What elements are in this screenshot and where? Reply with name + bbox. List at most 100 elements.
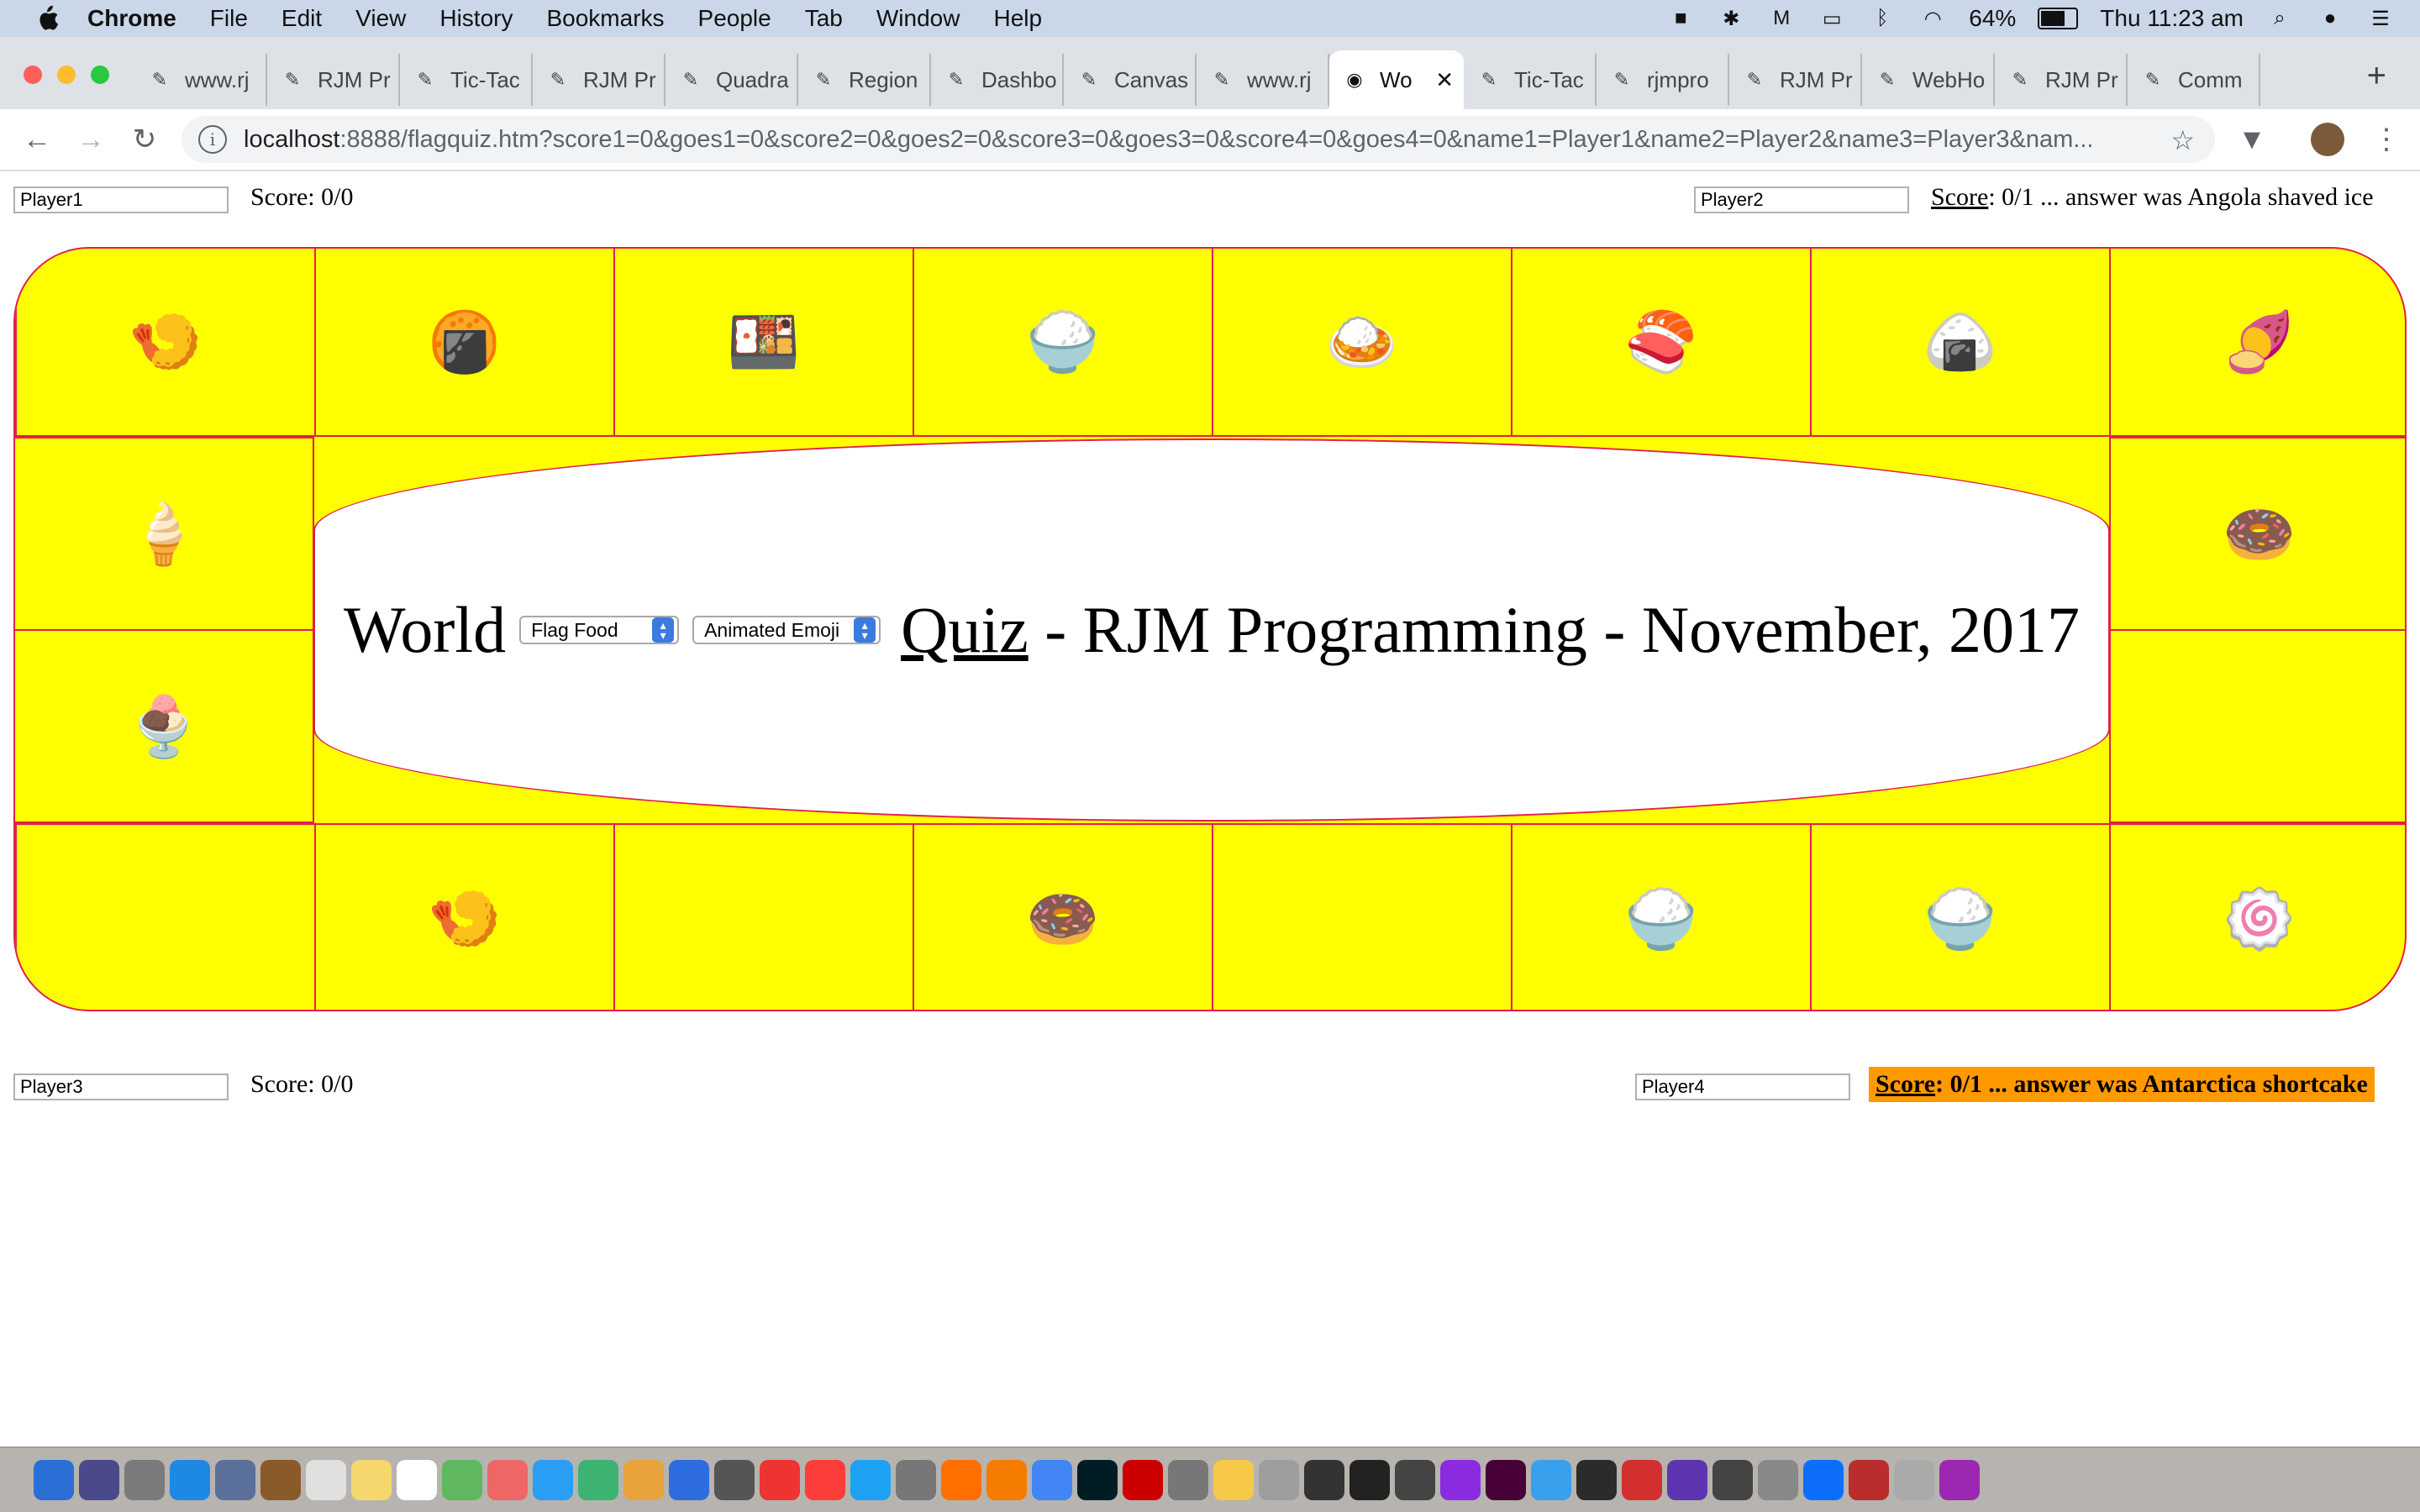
dock-app-icon[interactable] xyxy=(1032,1460,1072,1500)
chrome-menu-icon[interactable]: ⋮ xyxy=(2370,123,2403,156)
dock-app-icon[interactable] xyxy=(124,1460,165,1500)
dock-app-icon[interactable] xyxy=(351,1460,392,1500)
player2-name-input[interactable] xyxy=(1694,186,1909,213)
zoom-icon[interactable]: ■ xyxy=(1666,6,1695,31)
board-cell-top[interactable]: 🍛 xyxy=(1212,249,1512,437)
tab-5[interactable]: ✎ Region xyxy=(798,54,931,106)
dock-app-icon[interactable] xyxy=(397,1460,437,1500)
dock-app-icon[interactable] xyxy=(1440,1460,1481,1500)
dock-app-icon[interactable] xyxy=(1123,1460,1163,1500)
battery-percent[interactable]: 64% xyxy=(1969,5,2016,32)
dock-app-icon[interactable] xyxy=(805,1460,845,1500)
tab-9[interactable]: ◉ Wo ✕ xyxy=(1329,50,1464,109)
tab-12[interactable]: ✎ RJM Pr xyxy=(1729,54,1862,106)
board-cell-bottom[interactable]: 🍥 xyxy=(2109,823,2405,1010)
bookmark-star-icon[interactable]: ☆ xyxy=(2170,124,2195,156)
board-cell-left[interactable]: 🍨 xyxy=(15,629,314,823)
notification-center-icon[interactable]: ☰ xyxy=(2366,6,2395,31)
dock-app-icon[interactable] xyxy=(896,1460,936,1500)
board-cell-bottom[interactable] xyxy=(613,823,914,1010)
close-tab-icon[interactable]: ✕ xyxy=(1435,67,1454,93)
tab-13[interactable]: ✎ WebHo xyxy=(1862,54,1995,106)
battery-icon[interactable] xyxy=(2038,8,2079,29)
menu-view[interactable]: View xyxy=(355,5,406,32)
board-cell-top[interactable]: 🍘 xyxy=(314,249,615,437)
dock-app-icon[interactable] xyxy=(1304,1460,1344,1500)
spotlight-search-icon[interactable]: ⌕ xyxy=(2265,6,2294,31)
menu-window[interactable]: Window xyxy=(876,5,960,32)
board-cell-top[interactable]: 🍣 xyxy=(1511,249,1812,437)
menu-file[interactable]: File xyxy=(210,5,248,32)
dock-app-icon[interactable] xyxy=(1531,1460,1571,1500)
menu-history[interactable]: History xyxy=(439,5,513,32)
tab-10[interactable]: ✎ Tic-Tac xyxy=(1464,54,1597,106)
tool-icon[interactable]: ✱ xyxy=(1717,6,1745,31)
board-cell-right[interactable] xyxy=(2109,629,2405,823)
airplay-icon[interactable]: ▭ xyxy=(1818,6,1846,31)
reload-button[interactable]: ↻ xyxy=(128,123,161,156)
menu-bookmarks[interactable]: Bookmarks xyxy=(546,5,664,32)
dock-app-icon[interactable] xyxy=(1576,1460,1617,1500)
player1-name-input[interactable] xyxy=(13,186,229,213)
dock-app-icon[interactable] xyxy=(1077,1460,1118,1500)
board-cell-top[interactable]: 🍠 xyxy=(2109,249,2405,437)
dock-app-icon[interactable] xyxy=(941,1460,981,1500)
tab-3[interactable]: ✎ RJM Pr xyxy=(533,54,666,106)
dock-app-icon[interactable] xyxy=(1939,1460,1980,1500)
malwarebytes-icon[interactable]: M xyxy=(1767,6,1796,31)
tab-6[interactable]: ✎ Dashbo xyxy=(931,54,1064,106)
bluetooth-icon[interactable]: ᛒ xyxy=(1868,6,1897,31)
board-cell-bottom[interactable]: 🍤 xyxy=(314,823,615,1010)
dock-app-icon[interactable] xyxy=(1758,1460,1798,1500)
dock-app-icon[interactable] xyxy=(578,1460,618,1500)
dock-app-icon[interactable] xyxy=(669,1460,709,1500)
dock-app-icon[interactable] xyxy=(1259,1460,1299,1500)
address-bar[interactable]: i localhost:8888/flagquiz.htm?score1=0&g… xyxy=(182,116,2215,163)
forward-button[interactable]: → xyxy=(74,123,108,156)
tab-0[interactable]: ✎ www.rj xyxy=(134,54,267,106)
dock-app-icon[interactable] xyxy=(215,1460,255,1500)
player3-name-input[interactable] xyxy=(13,1074,229,1100)
display-mode-select[interactable]: Animated Emoji ▴ ▾ xyxy=(692,616,881,644)
dock-app-icon[interactable] xyxy=(1849,1460,1889,1500)
board-cell-top[interactable]: 🍤 xyxy=(15,249,316,437)
player4-name-input[interactable] xyxy=(1635,1074,1850,1100)
dock-app-icon[interactable] xyxy=(1894,1460,1934,1500)
dock-app-icon[interactable] xyxy=(442,1460,482,1500)
clock[interactable]: Thu 11:23 am xyxy=(2100,5,2244,32)
menu-edit[interactable]: Edit xyxy=(281,5,322,32)
board-cell-bottom[interactable]: 🍩 xyxy=(913,823,1213,1010)
back-button[interactable]: ← xyxy=(20,123,54,156)
board-cell-top[interactable]: 🍱 xyxy=(613,249,914,437)
window-minimize-button[interactable] xyxy=(57,66,76,84)
board-cell-bottom[interactable]: 🍚 xyxy=(1810,823,2111,1010)
tab-8[interactable]: ✎ www.rj xyxy=(1197,54,1329,106)
menu-help[interactable]: Help xyxy=(993,5,1042,32)
tab-4[interactable]: ✎ Quadra xyxy=(666,54,798,106)
dock-app-icon[interactable] xyxy=(1213,1460,1254,1500)
dock-app-icon[interactable] xyxy=(850,1460,891,1500)
site-info-icon[interactable]: i xyxy=(198,125,227,154)
quiz-type-select[interactable]: Flag Food ▴ ▾ xyxy=(519,616,680,644)
tab-11[interactable]: ✎ rjmpro xyxy=(1597,54,1729,106)
board-cell-bottom[interactable] xyxy=(1212,823,1512,1010)
new-tab-button[interactable]: + xyxy=(2367,57,2386,95)
dock-app-icon[interactable] xyxy=(260,1460,301,1500)
board-cell-left[interactable]: 🍦 xyxy=(15,437,314,631)
board-cell-right[interactable]: 🍩 xyxy=(2109,437,2405,631)
player4-score-link[interactable]: Score xyxy=(1876,1070,1935,1098)
tab-15[interactable]: ✎ Comm xyxy=(2128,54,2260,106)
player2-score-link[interactable]: Score xyxy=(1931,183,1988,211)
dock-app-icon[interactable] xyxy=(79,1460,119,1500)
dock-app-icon[interactable] xyxy=(1667,1460,1707,1500)
board-cell-bottom[interactable]: 🍚 xyxy=(1511,823,1812,1010)
dock-app-icon[interactable] xyxy=(986,1460,1027,1500)
dock-app-icon[interactable] xyxy=(714,1460,755,1500)
dock-app-icon[interactable] xyxy=(1168,1460,1208,1500)
tab-7[interactable]: ✎ Canvas xyxy=(1064,54,1197,106)
menu-people[interactable]: People xyxy=(698,5,771,32)
dock-app-icon[interactable] xyxy=(760,1460,800,1500)
dock-app-icon[interactable] xyxy=(1803,1460,1844,1500)
dock-app-icon[interactable] xyxy=(1395,1460,1435,1500)
dock-app-icon[interactable] xyxy=(34,1460,74,1500)
